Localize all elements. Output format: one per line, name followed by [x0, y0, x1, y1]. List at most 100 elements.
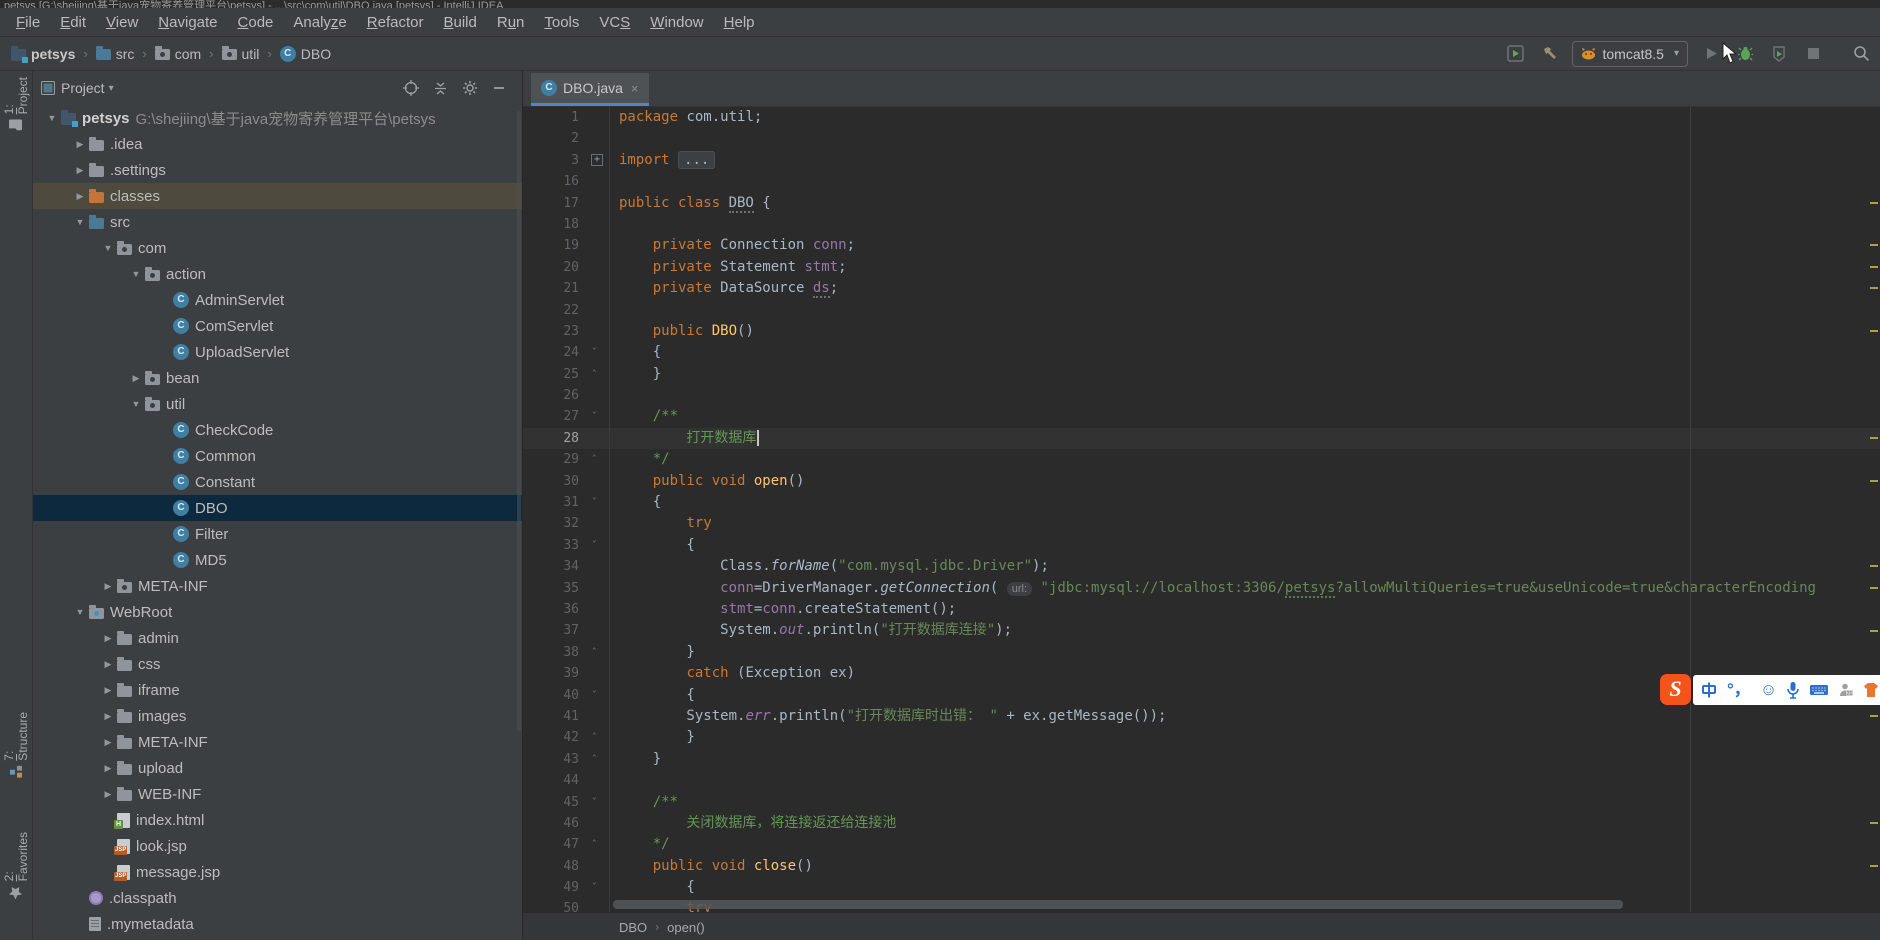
tree-row-mymetadata[interactable]: .mymetadata — [33, 911, 522, 937]
horizontal-scrollbar[interactable] — [613, 900, 1623, 909]
editor-breadcrumb-dbo[interactable]: DBO — [619, 920, 647, 935]
stop-icon[interactable] — [1802, 43, 1824, 65]
tree-row-util[interactable]: ▼util — [33, 391, 522, 417]
chevron-collapsed-icon[interactable]: ▶ — [127, 373, 145, 384]
code-line-3[interactable]: 3+import ... — [523, 150, 1880, 171]
code-line-41[interactable]: 41 System.err.println("打开数据库时出错： " + ex.… — [523, 706, 1880, 727]
tree-row-classpath[interactable]: .classpath — [33, 885, 522, 911]
search-icon[interactable] — [1850, 43, 1872, 65]
fold-open-icon[interactable]: ˇ — [591, 347, 598, 358]
code-line-19[interactable]: 19 private Connection conn; — [523, 235, 1880, 256]
chevron-collapsed-icon[interactable]: ▶ — [71, 139, 89, 150]
menu-item-tools[interactable]: Tools — [534, 14, 589, 31]
menu-item-navigate[interactable]: Navigate — [148, 14, 227, 31]
tree-row-src[interactable]: ▼src — [33, 209, 522, 235]
fold-open-icon[interactable]: ˇ — [591, 411, 598, 422]
tree-row-md5[interactable]: MD5 — [33, 547, 522, 573]
code-line-26[interactable]: 26 — [523, 385, 1880, 406]
warning-stripe-mark[interactable] — [1870, 330, 1878, 332]
warning-stripe-mark[interactable] — [1870, 202, 1878, 204]
warning-stripe-mark[interactable] — [1870, 437, 1878, 439]
warning-stripe-mark[interactable] — [1870, 715, 1878, 717]
mic-icon[interactable] — [1786, 681, 1800, 699]
tree-row-com[interactable]: ▼com — [33, 235, 522, 261]
chevron-expanded-icon[interactable]: ▼ — [71, 607, 89, 617]
tree-row-upload[interactable]: ▶upload — [33, 755, 522, 781]
code-line-47[interactable]: 47ˆ */ — [523, 834, 1880, 855]
code-line-42[interactable]: 42ˆ } — [523, 727, 1880, 748]
code-line-24[interactable]: 24ˇ { — [523, 342, 1880, 363]
tree-row-iframe[interactable]: ▶iframe — [33, 677, 522, 703]
fold-open-icon[interactable]: ˇ — [591, 540, 598, 551]
code-editor[interactable]: 1package com.util;23+import ...1617publi… — [523, 107, 1880, 912]
tree-row-uploadservlet[interactable]: UploadServlet — [33, 339, 522, 365]
punctuation-icon[interactable]: °， — [1727, 675, 1751, 705]
panel-title[interactable]: Project — [61, 80, 105, 96]
menu-item-build[interactable]: Build — [433, 14, 486, 31]
chevron-collapsed-icon[interactable]: ▶ — [99, 789, 117, 800]
chevron-expanded-icon[interactable]: ▼ — [71, 217, 89, 227]
tree-row-admin[interactable]: ▶admin — [33, 625, 522, 651]
locate-icon[interactable] — [403, 80, 419, 96]
build-hammer-icon[interactable] — [1538, 43, 1560, 65]
menu-item-vcs[interactable]: VCS — [589, 14, 640, 31]
chevron-collapsed-icon[interactable]: ▶ — [99, 685, 117, 696]
warning-stripe-mark[interactable] — [1870, 630, 1878, 632]
code-line-17[interactable]: 17public class DBO { — [523, 193, 1880, 214]
code-line-34[interactable]: 34 Class.forName("com.mysql.jdbc.Driver"… — [523, 556, 1880, 577]
chinese-mode-icon[interactable] — [1700, 681, 1718, 699]
menu-item-run[interactable]: Run — [487, 14, 535, 31]
tool-stripe-favorites[interactable]: 2: Favorites — [2, 826, 30, 905]
collapse-all-icon[interactable] — [433, 81, 448, 96]
editor-breadcrumb-open[interactable]: open() — [667, 920, 705, 935]
menu-item-help[interactable]: Help — [714, 14, 765, 31]
run-tool-window-icon[interactable] — [1504, 43, 1526, 65]
fold-expand-icon[interactable]: + — [591, 154, 603, 166]
chevron-expanded-icon[interactable]: ▼ — [43, 113, 61, 123]
code-line-22[interactable]: 22 — [523, 300, 1880, 321]
fold-close-icon[interactable]: ˆ — [591, 647, 598, 658]
tree-row-comservlet[interactable]: ComServlet — [33, 313, 522, 339]
breadcrumb-item-com[interactable]: com — [152, 45, 204, 63]
code-line-16[interactable]: 16 — [523, 171, 1880, 192]
menu-item-code[interactable]: Code — [228, 14, 284, 31]
sogou-logo-icon[interactable]: S — [1660, 674, 1691, 705]
menu-item-edit[interactable]: Edit — [50, 14, 96, 31]
breadcrumb-item-src[interactable]: src — [93, 45, 138, 63]
code-line-23[interactable]: 23 public DBO() — [523, 321, 1880, 342]
warning-stripe-mark[interactable] — [1870, 587, 1878, 589]
code-line-2[interactable]: 2 — [523, 128, 1880, 149]
tree-row-lookjsp[interactable]: look.jsp — [33, 833, 522, 859]
code-line-18[interactable]: 18 — [523, 214, 1880, 235]
run-configuration-select[interactable]: tomcat8.5 ▾ — [1572, 41, 1688, 67]
code-line-43[interactable]: 43ˆ } — [523, 749, 1880, 770]
chevron-collapsed-icon[interactable]: ▶ — [99, 581, 117, 592]
chevron-expanded-icon[interactable]: ▼ — [127, 269, 145, 279]
warning-stripe-mark[interactable] — [1870, 865, 1878, 867]
tree-row-webinf[interactable]: ▶WEB-INF — [33, 781, 522, 807]
warning-stripe-mark[interactable] — [1870, 266, 1878, 268]
code-line-31[interactable]: 31ˇ { — [523, 492, 1880, 513]
hide-icon[interactable] — [492, 81, 506, 95]
tree-row-constant[interactable]: Constant — [33, 469, 522, 495]
code-line-35[interactable]: 35 conn=DriverManager.getConnection( url… — [523, 578, 1880, 599]
emoji-icon[interactable]: ☺ — [1760, 675, 1777, 705]
tree-row-bean[interactable]: ▶bean — [33, 365, 522, 391]
code-line-30[interactable]: 30 public void open() — [523, 471, 1880, 492]
code-line-29[interactable]: 29ˆ */ — [523, 449, 1880, 470]
code-line-36[interactable]: 36 stmt=conn.createStatement(); — [523, 599, 1880, 620]
chevron-collapsed-icon[interactable]: ▶ — [99, 633, 117, 644]
menu-item-refactor[interactable]: Refactor — [357, 14, 434, 31]
tree-row-common[interactable]: Common — [33, 443, 522, 469]
menu-item-window[interactable]: Window — [640, 14, 713, 31]
code-line-45[interactable]: 45ˇ /** — [523, 792, 1880, 813]
breadcrumb-item-util[interactable]: util — [219, 45, 263, 63]
tab-dbo-java[interactable]: DBO.java × — [531, 73, 649, 106]
code-line-28[interactable]: 28 打开数据库 — [523, 428, 1880, 449]
tree-row-petsys[interactable]: ▼petsys G:\shejiing\基于java宠物寄养管理平台\petsy… — [33, 105, 522, 131]
chevron-collapsed-icon[interactable]: ▶ — [99, 763, 117, 774]
person-icon[interactable]: 21 — [1838, 682, 1854, 698]
fold-close-icon[interactable]: ˆ — [591, 839, 598, 850]
warning-stripe-mark[interactable] — [1870, 565, 1878, 567]
chevron-collapsed-icon[interactable]: ▶ — [71, 191, 89, 202]
